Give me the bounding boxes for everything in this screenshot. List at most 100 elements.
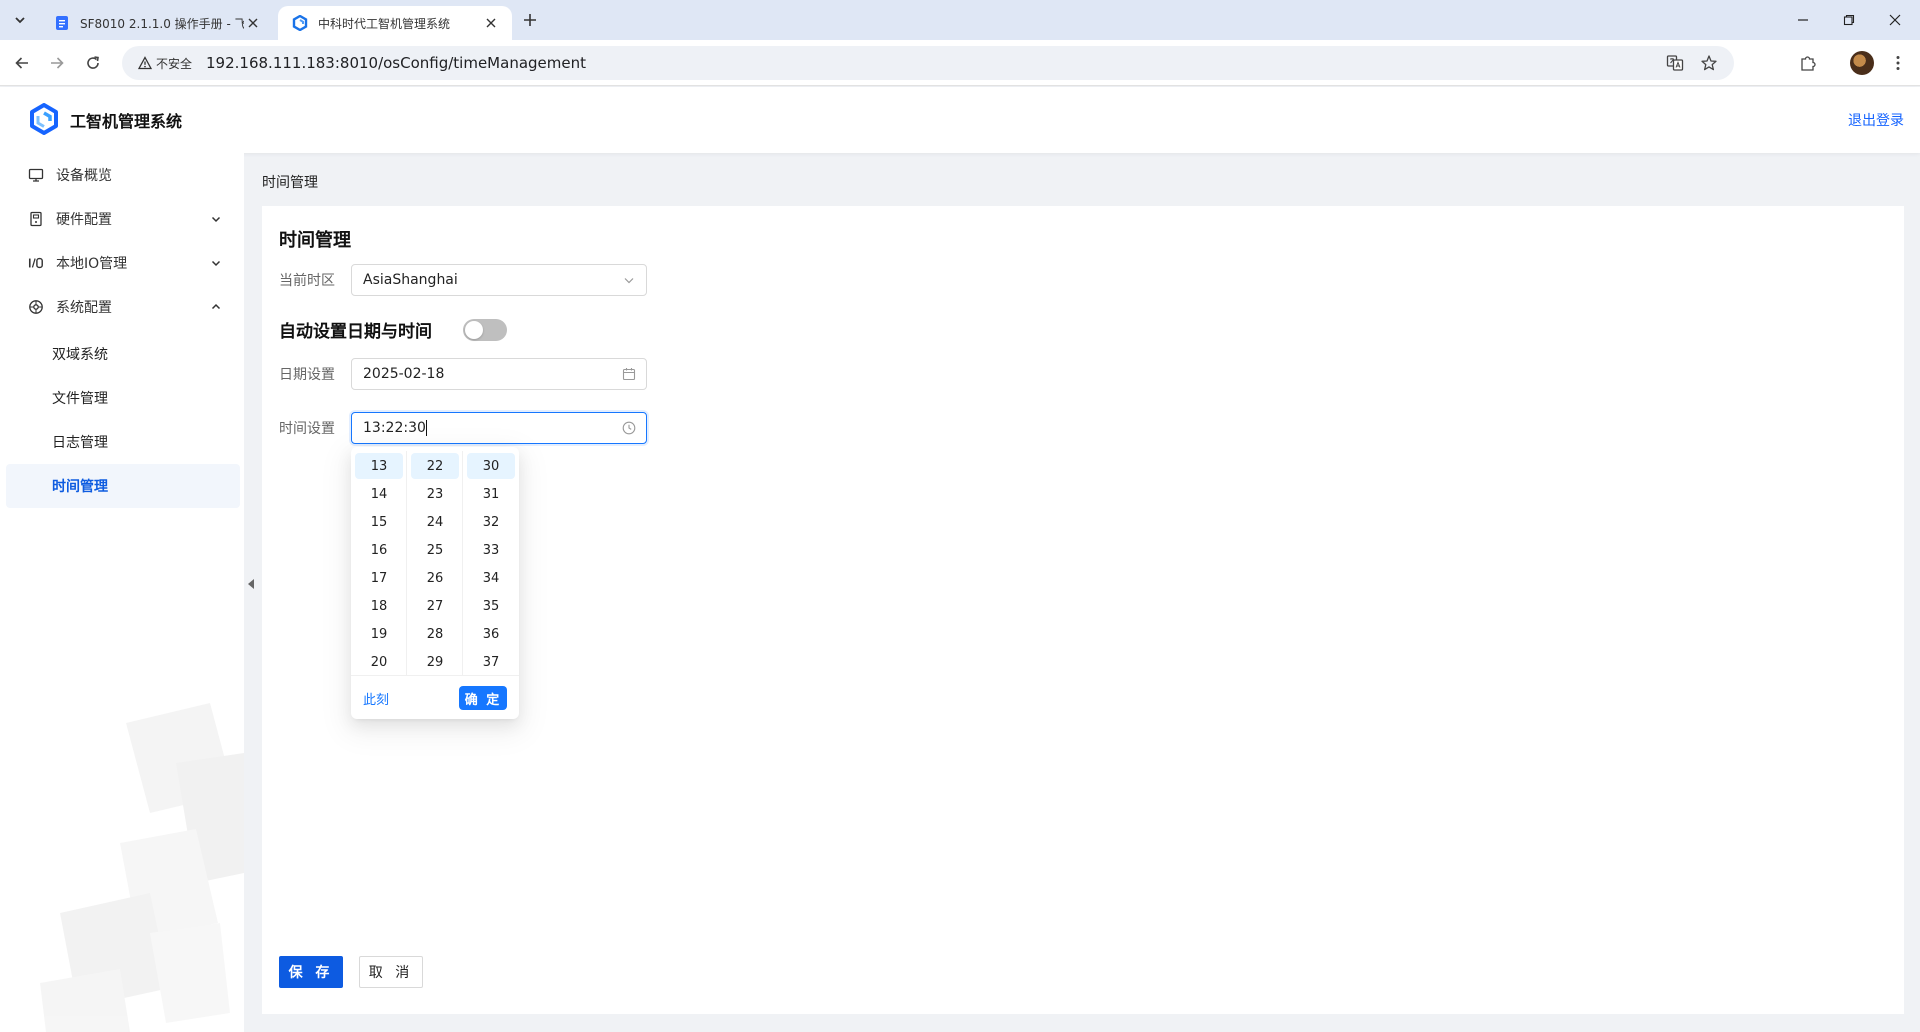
sidebar-subitem-label: 日志管理	[52, 435, 108, 451]
translate-button[interactable]	[1664, 52, 1686, 74]
close-tab-button[interactable]	[244, 14, 262, 32]
chevron-down-icon	[15, 17, 25, 24]
sidebar-subitem-label: 双域系统	[52, 347, 108, 363]
hour-option[interactable]: 20	[355, 649, 403, 675]
date-value: 2025-02-18	[363, 366, 445, 382]
sidebar-item-system-config[interactable]: 系统配置	[0, 285, 244, 329]
logout-link[interactable]: 退出登录	[1848, 110, 1904, 130]
monitor-icon	[28, 167, 44, 183]
hour-option[interactable]: 17	[355, 565, 403, 591]
sidebar-subitem-label: 时间管理	[52, 479, 108, 495]
document-icon	[56, 16, 68, 30]
forward-button[interactable]	[45, 51, 69, 75]
profile-avatar[interactable]	[1850, 51, 1874, 75]
cancel-button[interactable]: 取 消	[359, 956, 423, 988]
app-header: 工智机管理系统 退出登录	[0, 87, 1920, 153]
second-option[interactable]: 31	[467, 481, 515, 507]
second-option[interactable]: 35	[467, 593, 515, 619]
plus-icon	[524, 14, 536, 26]
sidebar-item-device-overview[interactable]: 设备概览	[0, 153, 244, 197]
hour-option[interactable]: 13	[355, 453, 403, 479]
text-caret	[425, 420, 427, 436]
back-button[interactable]	[10, 51, 34, 75]
app-title: 工智机管理系统	[70, 112, 183, 131]
address-bar[interactable]: 不安全 192.168.111.183:8010/osConfig/timeMa…	[122, 46, 1734, 80]
sidebar-subitem-file-management[interactable]: 文件管理	[0, 376, 244, 420]
auto-datetime-label: 自动设置日期与时间	[279, 322, 432, 342]
puzzle-icon	[1801, 56, 1816, 71]
hour-option[interactable]: 18	[355, 593, 403, 619]
second-option[interactable]: 30	[467, 453, 515, 479]
auto-datetime-switch[interactable]	[463, 319, 507, 341]
restore-button[interactable]	[1826, 0, 1872, 40]
url-text: 192.168.111.183:8010/osConfig/timeManage…	[206, 54, 586, 72]
date-input[interactable]: 2025-02-18	[351, 358, 647, 390]
sidebar-subitem-dual-domain[interactable]: 双域系统	[0, 332, 244, 376]
tab-title: SF8010 2.1.1.0 操作手册 - 飞书	[80, 16, 244, 31]
bookmark-button[interactable]	[1698, 52, 1720, 74]
browser-menu-button[interactable]	[1886, 51, 1910, 75]
breadcrumb: 时间管理	[262, 175, 318, 191]
sidebar-item-local-io[interactable]: 本地IO管理	[0, 241, 244, 285]
time-label: 时间设置	[279, 421, 335, 437]
chevron-up-icon	[208, 299, 224, 315]
minute-option[interactable]: 26	[411, 565, 459, 591]
confirm-button[interactable]: 确 定	[459, 686, 507, 710]
time-picker-dropdown: 13 14 15 16 17 18 19 20 22 23 24 25 26 27 28 29 30 31 32…	[351, 447, 519, 719]
close-tab-button[interactable]	[482, 14, 500, 32]
minute-option[interactable]: 28	[411, 621, 459, 647]
second-option[interactable]: 37	[467, 649, 515, 675]
sidebar-subitem-log-management[interactable]: 日志管理	[0, 420, 244, 464]
now-button[interactable]: 此刻	[363, 689, 389, 708]
minute-option[interactable]: 24	[411, 509, 459, 535]
hardware-icon	[28, 211, 44, 227]
second-option[interactable]: 36	[467, 621, 515, 647]
hour-column[interactable]: 13 14 15 16 17 18 19 20	[351, 451, 407, 675]
hour-option[interactable]: 15	[355, 509, 403, 535]
io-icon	[28, 255, 44, 271]
close-icon	[1889, 14, 1901, 26]
minute-option[interactable]: 25	[411, 537, 459, 563]
minute-option[interactable]: 27	[411, 593, 459, 619]
hour-option[interactable]: 16	[355, 537, 403, 563]
sidebar-subitem-time-management[interactable]: 时间管理	[6, 464, 240, 508]
system-icon	[28, 299, 44, 315]
sidebar-collapse-handle[interactable]	[244, 556, 258, 612]
extensions-button[interactable]	[1796, 51, 1820, 75]
star-icon	[1701, 55, 1717, 71]
minute-option[interactable]: 22	[411, 453, 459, 479]
new-tab-button[interactable]	[520, 10, 540, 30]
minimize-icon	[1798, 19, 1808, 21]
minute-column[interactable]: 22 23 24 25 26 27 28 29	[407, 451, 463, 675]
close-icon	[486, 18, 496, 28]
tab-search-button[interactable]	[8, 8, 32, 32]
browser-tab-app[interactable]: 中科时代工智机管理系统	[278, 6, 512, 40]
app-logo-icon	[292, 15, 308, 31]
second-column[interactable]: 30 31 32 33 34 35 36 37	[463, 451, 519, 675]
reload-button[interactable]	[81, 51, 105, 75]
arrow-left-icon	[15, 57, 28, 69]
time-picker-footer: 此刻 确 定	[351, 675, 519, 719]
security-chip[interactable]: 不安全	[130, 51, 200, 75]
close-window-button[interactable]	[1872, 0, 1918, 40]
second-option[interactable]: 33	[467, 537, 515, 563]
clock-icon	[622, 421, 636, 435]
more-vertical-icon	[1896, 56, 1900, 70]
save-button[interactable]: 保 存	[279, 956, 343, 988]
chevron-down-icon	[622, 273, 636, 287]
minute-option[interactable]: 23	[411, 481, 459, 507]
arrow-right-icon	[51, 57, 64, 69]
second-option[interactable]: 32	[467, 509, 515, 535]
second-option[interactable]: 34	[467, 565, 515, 591]
sidebar-item-hardware-config[interactable]: 硬件配置	[0, 197, 244, 241]
minimize-button[interactable]	[1780, 0, 1826, 40]
minute-option[interactable]: 29	[411, 649, 459, 675]
timezone-select[interactable]: AsiaShanghai	[351, 264, 647, 296]
timezone-value: AsiaShanghai	[363, 272, 458, 288]
tab-title: 中科时代工智机管理系统	[318, 16, 451, 31]
hour-option[interactable]: 19	[355, 621, 403, 647]
app-logo-icon	[30, 103, 58, 135]
time-input[interactable]: 13:22:30	[351, 412, 647, 444]
hour-option[interactable]: 14	[355, 481, 403, 507]
browser-tab-manual[interactable]: SF8010 2.1.1.0 操作手册 - 飞书	[40, 6, 274, 40]
